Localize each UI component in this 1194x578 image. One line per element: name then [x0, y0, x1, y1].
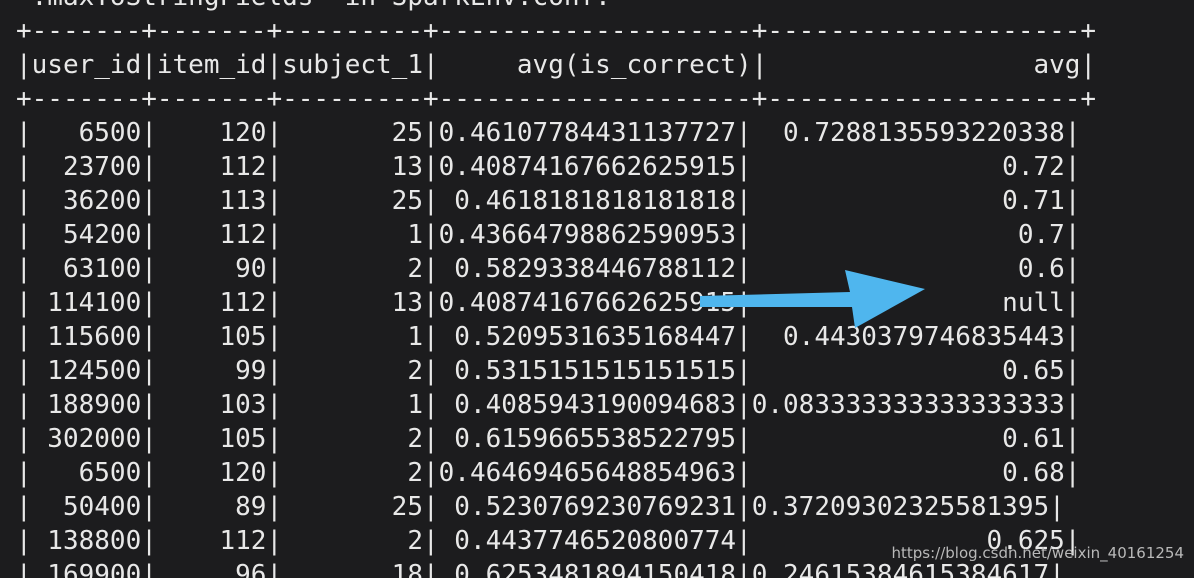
terminal-line: .maxToStringFields' in SparkEnv.conf. [16, 0, 1096, 14]
table-border-top: +-------+-------+---------+-------------… [16, 16, 1097, 46]
table-row: | 63100| 90| 2| 0.5829338446788112| 0.6| [16, 254, 1081, 284]
table-row: | 54200| 112| 1|0.43664798862590953| 0.7… [16, 220, 1081, 250]
table-row: | 50400| 89| 25| 0.5230769230769231|0.37… [16, 492, 1065, 522]
table-row: | 6500| 120| 2|0.46469465648854963| 0.68… [16, 458, 1081, 488]
table-border-header: +-------+-------+---------+-------------… [16, 84, 1097, 114]
watermark: https://blog.csdn.net/weixin_40161254 [891, 544, 1184, 562]
table-row: | 302000| 105| 2| 0.6159665538522795| 0.… [16, 424, 1081, 454]
table-row: | 124500| 99| 2| 0.5315151515151515| 0.6… [16, 356, 1081, 386]
right-arrow-icon [700, 270, 925, 328]
terminal-window: .maxToStringFields' in SparkEnv.conf. +--… [0, 0, 1194, 578]
table-row: | 23700| 112| 13|0.40874167662625915| 0.… [16, 152, 1081, 182]
table-row: | 115600| 105| 1| 0.5209531635168447| 0.… [16, 322, 1081, 352]
table-row: | 6500| 120| 25|0.46107784431137727| 0.7… [16, 118, 1081, 148]
table-header-row: |user_id|item_id|subject_1| avg(is_corre… [16, 50, 1097, 80]
table-row: | 188900| 103| 1| 0.4085943190094683|0.0… [16, 390, 1081, 420]
table-row: | 114100| 112| 13|0.40874167662625915| n… [16, 288, 1081, 318]
query-output: .maxToStringFields' in SparkEnv.conf. +--… [16, 0, 1096, 578]
table-row: | 36200| 113| 25| 0.4618181818181818| 0.… [16, 186, 1081, 216]
